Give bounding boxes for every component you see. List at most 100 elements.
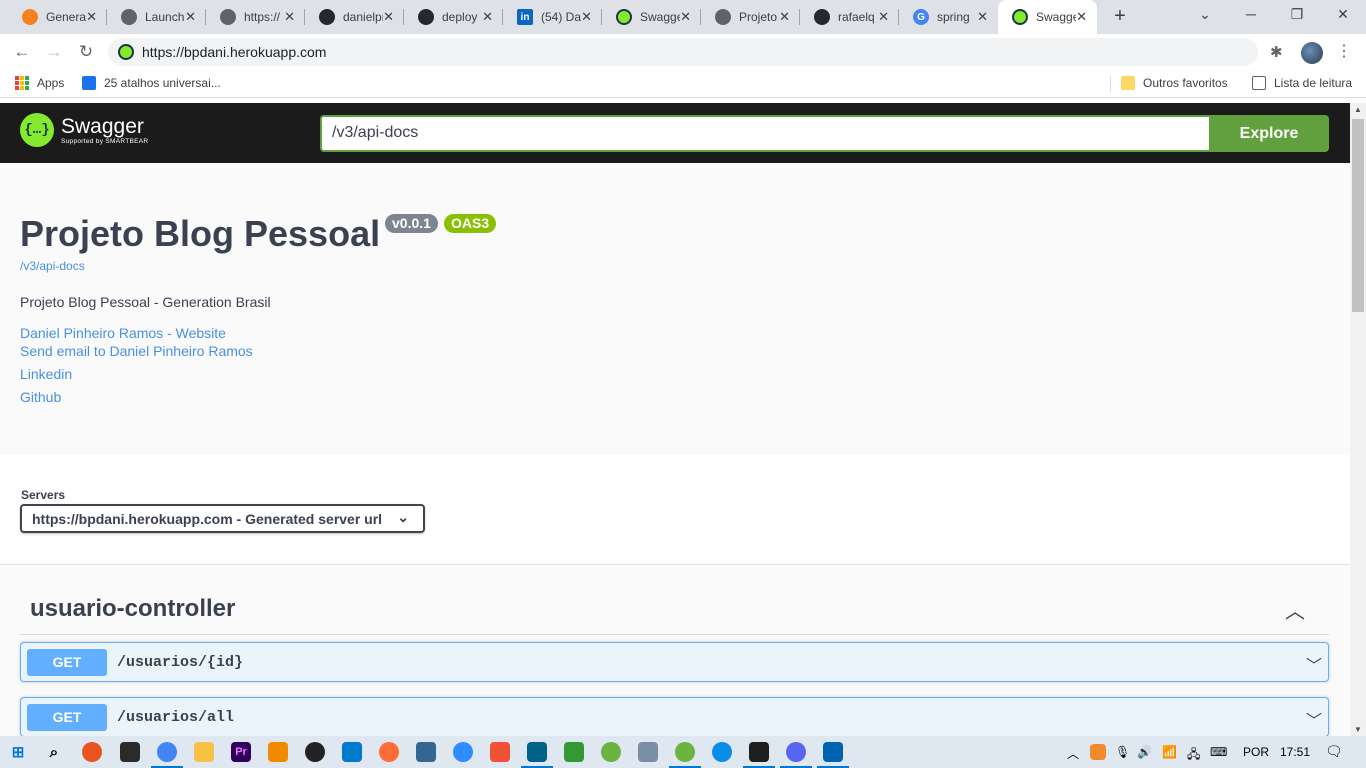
browser-tab[interactable]: Swagger ✕ — [602, 0, 701, 34]
browser-tab-active[interactable]: Swagger ✕ — [998, 0, 1097, 34]
vlc-icon[interactable] — [268, 742, 288, 762]
network-icon[interactable]: 🖧 — [1187, 745, 1200, 766]
close-icon[interactable]: ✕ — [185, 9, 196, 25]
close-icon[interactable]: ✕ — [86, 9, 97, 25]
tray-app-icon[interactable] — [1090, 744, 1106, 760]
swagger-logo[interactable]: {…} Swagger Supported by SMARTBEAR — [20, 113, 148, 147]
spec-link[interactable]: /v3/api-docs — [20, 259, 85, 273]
microphone-icon[interactable]: 🎙 — [1115, 745, 1130, 759]
browser-tab[interactable]: rafaelq ✕ — [800, 0, 899, 34]
forward-icon[interactable]: → — [42, 41, 66, 63]
new-tab-button[interactable]: + — [1110, 5, 1130, 28]
nodejs-icon[interactable] — [564, 742, 584, 762]
browser-tab[interactable]: https:// ✕ — [206, 0, 305, 34]
tab-search-icon[interactable]: ⌄ — [1190, 6, 1220, 23]
browser-tab[interactable]: Projeto ✕ — [701, 0, 800, 34]
extensions-icon[interactable]: ✱ — [1270, 43, 1283, 61]
bookmark-label: Lista de leitura — [1274, 76, 1353, 90]
discord-icon[interactable] — [780, 742, 812, 768]
wifi-icon[interactable]: 📶 — [1162, 745, 1177, 759]
close-icon[interactable]: ✕ — [878, 9, 889, 25]
edge-icon[interactable] — [712, 742, 732, 762]
spring-tools-icon[interactable] — [669, 742, 701, 768]
scroll-down-icon[interactable]: ▼ — [1354, 725, 1362, 734]
browser-tab[interactable]: in (54) Daniel ✕ — [503, 0, 602, 34]
address-url[interactable]: https://bpdani.herokuapp.com — [142, 44, 326, 60]
opblock-get[interactable]: GET /usuarios/{id} ﹀ — [20, 642, 1329, 682]
linkedin-icon: in — [517, 9, 533, 25]
menu-icon[interactable]: ⋮ — [1336, 41, 1352, 61]
linkedin-link[interactable]: Linkedin — [20, 366, 72, 382]
chevron-down-icon: ﹀ — [1305, 658, 1322, 675]
github-link[interactable]: Github — [20, 389, 61, 405]
terminal-icon[interactable] — [120, 742, 140, 762]
search-icon[interactable]: ⌕ — [44, 742, 64, 762]
opblock-get[interactable]: GET /usuarios/all ﹀ — [20, 697, 1329, 736]
bookmark-apps[interactable]: Apps — [15, 76, 64, 90]
scroll-up-icon[interactable]: ▲ — [1354, 105, 1362, 114]
ubuntu-icon[interactable] — [82, 742, 102, 762]
chevron-down-icon: ﹀ — [1305, 713, 1322, 730]
site-info-icon[interactable] — [118, 44, 134, 60]
chrome-icon[interactable] — [151, 742, 183, 768]
github-icon — [319, 9, 335, 25]
address-bar[interactable]: https://bpdani.herokuapp.com — [108, 38, 1258, 66]
bookmark-shortcuts[interactable]: 25 atalhos universai... — [82, 76, 221, 90]
bookmark-label: Apps — [37, 76, 65, 90]
reload-icon[interactable]: ↻ — [74, 41, 98, 63]
restore-icon[interactable]: ❐ — [1282, 6, 1312, 23]
premiere-icon[interactable]: Pr — [231, 742, 251, 762]
cmd-icon[interactable] — [743, 742, 775, 768]
bookmark-other-favorites[interactable]: Outros favoritos — [1121, 76, 1228, 90]
close-icon[interactable]: ✕ — [482, 9, 493, 25]
spring-icon[interactable] — [601, 742, 621, 762]
close-icon[interactable]: ✕ — [680, 9, 691, 25]
browser-tab[interactable]: G spring ✕ — [899, 0, 998, 34]
postgresql-icon[interactable] — [416, 742, 436, 762]
unity-icon[interactable] — [305, 742, 325, 762]
windows-start-icon[interactable]: ⊞ — [8, 742, 28, 762]
swagger-icon — [1012, 9, 1028, 25]
explore-button[interactable]: Explore — [1209, 115, 1329, 152]
window-close-icon[interactable]: ✕ — [1328, 6, 1358, 23]
browser-tab[interactable]: danielpr ✕ — [305, 0, 404, 34]
tray-expand-icon[interactable]: ︿ — [1067, 745, 1079, 762]
tag-header[interactable]: usuario-controller ︿ — [20, 585, 1329, 635]
bookmark-reading-list[interactable]: Lista de leitura — [1252, 76, 1352, 90]
clock[interactable]: 17:51 — [1280, 745, 1310, 759]
spec-url-input[interactable]: /v3/api-docs — [320, 115, 1210, 152]
language-indicator[interactable]: POR — [1243, 745, 1269, 759]
chevron-up-icon[interactable]: ︿ — [1285, 595, 1305, 624]
performance-icon[interactable] — [638, 742, 658, 762]
close-icon[interactable]: ✕ — [977, 9, 988, 25]
volume-icon[interactable]: 🔊 — [1137, 745, 1152, 759]
email-link[interactable]: Send email to Daniel Pinheiro Ramos — [20, 343, 253, 359]
close-icon[interactable]: ✕ — [581, 9, 592, 25]
scroll-thumb[interactable] — [1352, 119, 1364, 312]
notification-icon[interactable]: 🗨 — [1325, 743, 1343, 760]
page-scrollbar[interactable]: ▲ ▼ — [1350, 103, 1366, 736]
close-icon[interactable]: ✕ — [284, 9, 295, 25]
minimize-icon[interactable]: ─ — [1236, 6, 1266, 22]
close-icon[interactable]: ✕ — [1076, 9, 1087, 25]
close-icon[interactable]: ✕ — [779, 9, 790, 25]
tab-title: Generation — [46, 10, 86, 24]
mysql-icon[interactable] — [521, 742, 553, 768]
keyboard-icon[interactable]: ⌨ — [1210, 745, 1227, 759]
server-select[interactable]: https://bpdani.herokuapp.com - Generated… — [20, 504, 425, 533]
browser-tab[interactable]: Generation ✕ — [8, 0, 107, 34]
file-explorer-icon[interactable] — [194, 742, 214, 762]
browser-tab[interactable]: deploy ✕ — [404, 0, 503, 34]
browser-tab[interactable]: Launchpad ✕ — [107, 0, 206, 34]
close-icon[interactable]: ✕ — [383, 9, 394, 25]
back-icon[interactable]: ← — [10, 41, 34, 63]
website-link[interactable]: Daniel Pinheiro Ramos - Website — [20, 325, 226, 341]
page-title: Projeto Blog Pessoal — [20, 213, 381, 254]
profile-avatar[interactable] — [1301, 42, 1323, 64]
zoom-icon[interactable] — [453, 742, 473, 762]
tab-title: https:// — [244, 10, 281, 24]
postman-icon[interactable] — [379, 742, 399, 762]
vscode-icon[interactable] — [342, 742, 362, 762]
photos-icon[interactable] — [817, 742, 849, 768]
git-icon[interactable] — [490, 742, 510, 762]
